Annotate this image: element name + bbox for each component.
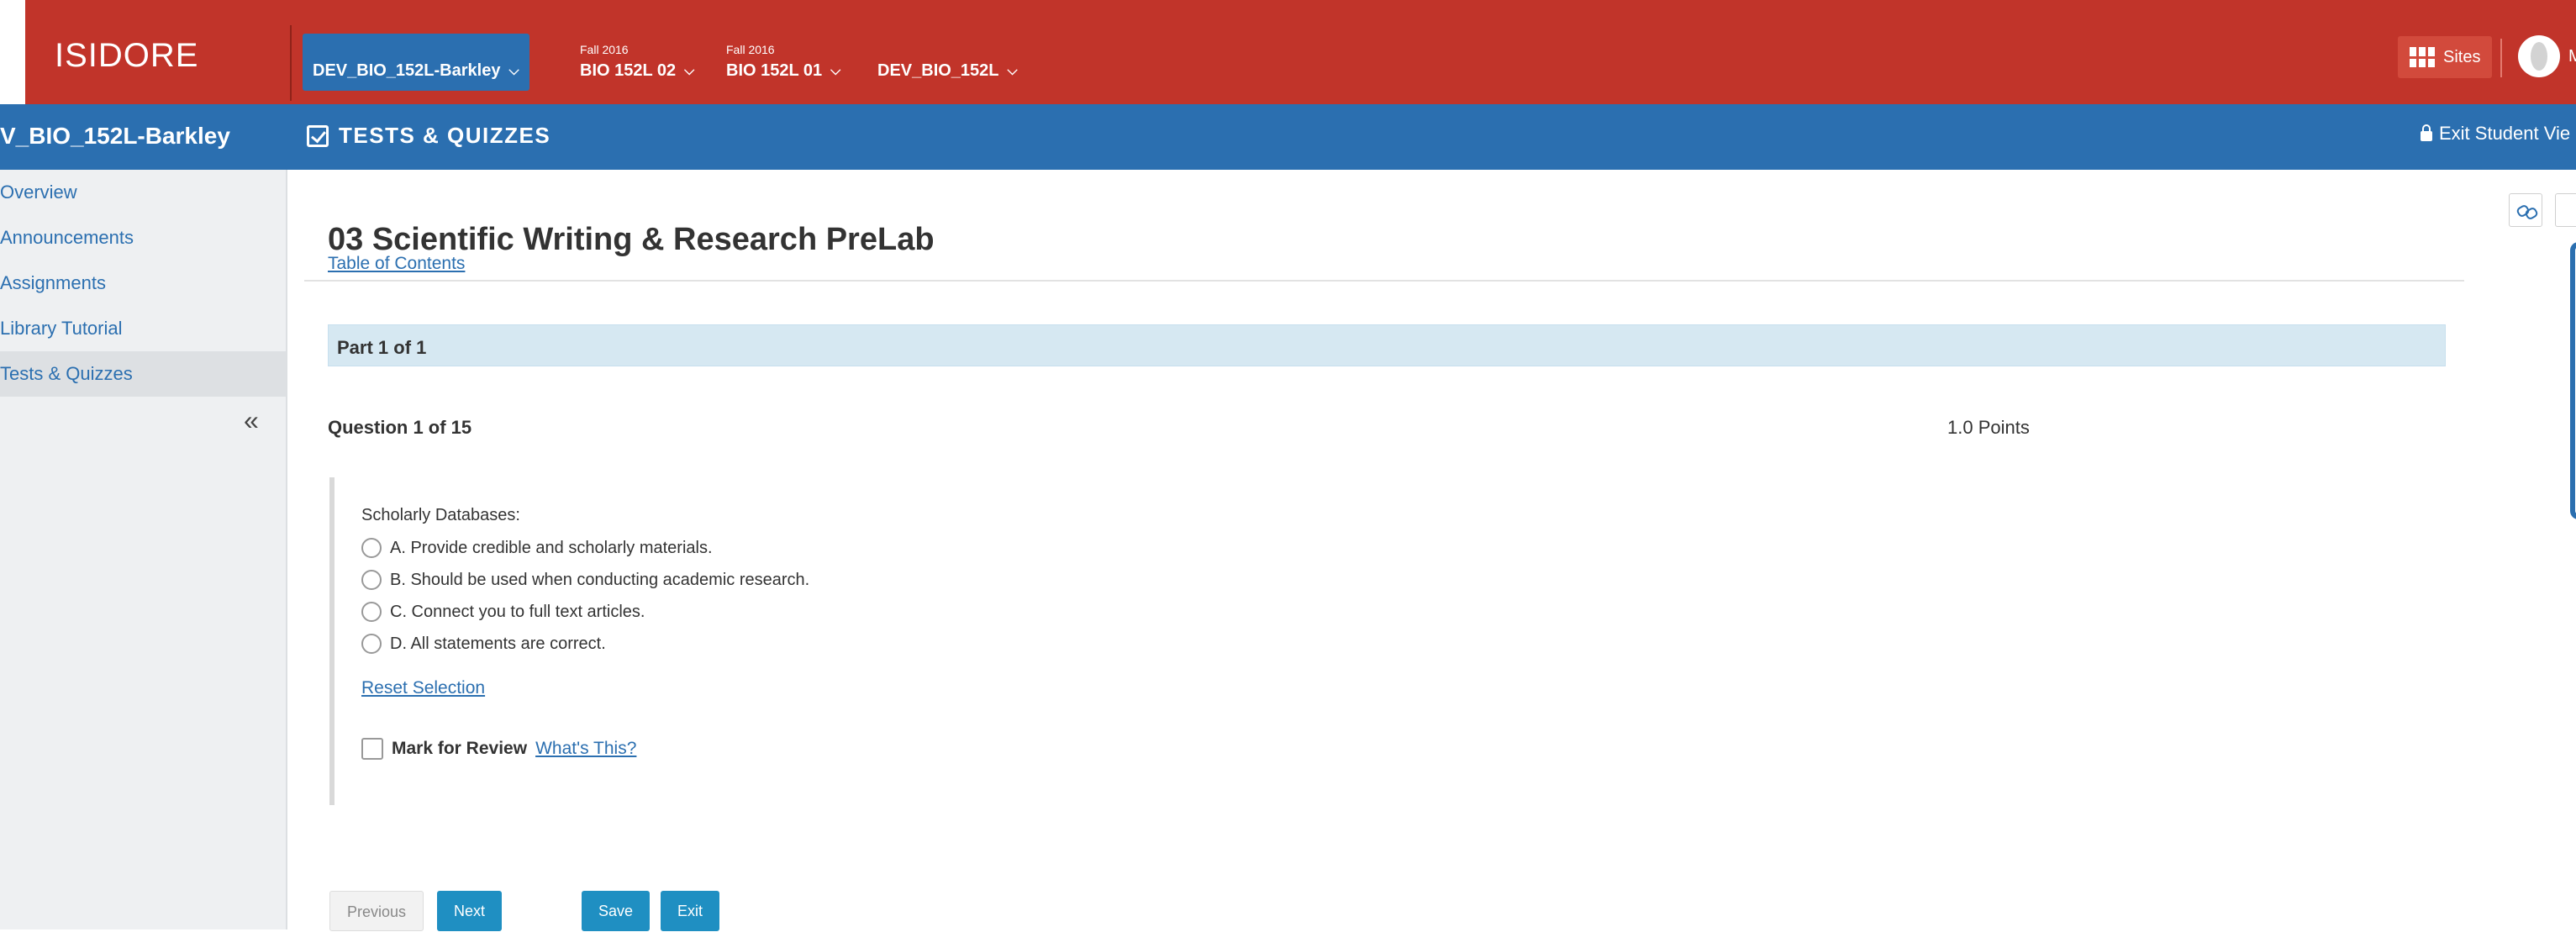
- next-button[interactable]: Next: [437, 891, 503, 931]
- answer-option-label: B. Should be used when conducting academ…: [390, 570, 810, 589]
- exit-button[interactable]: Exit: [661, 891, 720, 931]
- site-tab-bio-152l-02[interactable]: Fall 2016 BIO 152L 02 ⌵: [570, 34, 704, 91]
- sidebar-item-overview[interactable]: Overview: [0, 170, 286, 215]
- site-tool-bar: V_BIO_152L-Barkley TESTS & QUIZZES Exit …: [0, 104, 2576, 170]
- question-text: Scholarly Databases:: [361, 506, 520, 524]
- mark-for-review-label: Mark for Review: [392, 739, 528, 758]
- site-tab-label: DEV_BIO_152L: [877, 61, 999, 80]
- table-of-contents-link[interactable]: Table of Contents: [328, 254, 465, 274]
- previous-button[interactable]: Previous: [329, 891, 424, 931]
- reset-selection-link[interactable]: Reset Selection: [361, 678, 485, 698]
- sidebar-item-library-tutorial[interactable]: Library Tutorial: [0, 306, 286, 351]
- link-icon[interactable]: [2509, 193, 2542, 227]
- site-tab-term: Fall 2016: [726, 43, 775, 56]
- site-tab-bio-152l-01[interactable]: Fall 2016 BIO 152L 01 ⌵: [716, 34, 851, 91]
- site-tab-label: DEV_BIO_152L-Barkley: [313, 61, 501, 80]
- answer-option-d[interactable]: D. All statements are correct.: [361, 634, 606, 654]
- question-points: 1.0 Points: [1947, 417, 2030, 438]
- radio-button[interactable]: [361, 634, 382, 654]
- site-tab-dev-bio-152l-barkley[interactable]: DEV_BIO_152L-Barkley ⌵: [303, 34, 529, 91]
- utility-button[interactable]: [2555, 193, 2576, 227]
- site-tab-label: BIO 152L 02: [580, 61, 677, 80]
- radio-button[interactable]: [361, 602, 382, 622]
- chevron-down-icon[interactable]: ⌵: [830, 64, 840, 79]
- site-title: V_BIO_152L-Barkley: [0, 123, 230, 149]
- sidebar-item-assignments[interactable]: Assignments: [0, 261, 286, 306]
- sidebar-item-tests-quizzes[interactable]: Tests & Quizzes: [0, 351, 286, 397]
- site-tab-term: Fall 2016: [580, 43, 629, 56]
- radio-button[interactable]: [361, 570, 382, 590]
- main-content: 03 Scientific Writing & Research PreLab …: [287, 170, 2473, 931]
- sites-button-label: Sites: [2443, 47, 2481, 66]
- answer-option-label: D. All statements are correct.: [390, 634, 606, 653]
- brand-divider: [290, 25, 292, 101]
- chevron-down-icon[interactable]: ⌵: [1008, 64, 1018, 79]
- header-separator: [2500, 39, 2502, 77]
- grid-icon: [2410, 47, 2435, 67]
- brand-logo[interactable]: ISIDORE: [55, 37, 198, 75]
- radio-button[interactable]: [361, 538, 382, 558]
- exit-student-view-button[interactable]: Exit Student Vie: [2421, 123, 2570, 145]
- side-panel-edge: [2570, 242, 2576, 519]
- user-avatar[interactable]: [2518, 35, 2560, 77]
- sidebar: Overview Announcements Assignments Libra…: [0, 170, 287, 929]
- collapse-sidebar-icon[interactable]: «: [244, 405, 259, 436]
- question-number: Question 1 of 15: [328, 417, 472, 438]
- exit-student-view-label: Exit Student Vie: [2439, 123, 2571, 144]
- answer-option-b[interactable]: B. Should be used when conducting academ…: [361, 570, 809, 590]
- page-title: 03 Scientific Writing & Research PreLab: [328, 222, 935, 257]
- mark-for-review-checkbox[interactable]: [361, 738, 383, 760]
- tool-title-label: TESTS & QUIZZES: [339, 123, 551, 148]
- checkbox-icon: [307, 124, 329, 147]
- answer-option-label: C. Connect you to full text articles.: [390, 602, 645, 621]
- answer-option-a[interactable]: A. Provide credible and scholarly materi…: [361, 538, 713, 558]
- user-name[interactable]: Marg: [2568, 47, 2576, 66]
- chevron-down-icon[interactable]: ⌵: [508, 64, 519, 79]
- whats-this-link[interactable]: What's This?: [535, 739, 636, 759]
- answer-option-c[interactable]: C. Connect you to full text articles.: [361, 602, 645, 622]
- sites-button[interactable]: Sites: [2398, 36, 2493, 78]
- part-label: Part 1 of 1: [337, 337, 427, 358]
- site-tab-dev-bio-152l[interactable]: DEV_BIO_152L ⌵: [867, 34, 1028, 91]
- tool-title: TESTS & QUIZZES: [307, 123, 550, 149]
- lock-icon: [2421, 124, 2432, 141]
- answer-option-label: A. Provide credible and scholarly materi…: [390, 538, 713, 557]
- chevron-down-icon[interactable]: ⌵: [684, 64, 694, 79]
- save-button[interactable]: Save: [582, 891, 651, 931]
- divider: [304, 280, 2464, 282]
- part-header: Part 1 of 1: [328, 324, 2446, 366]
- mark-for-review[interactable]: Mark for Review What's This?: [361, 738, 636, 760]
- top-navigation-bar: ISIDORE DEV_BIO_152L-Barkley ⌵ Fall 2016…: [0, 0, 2576, 104]
- site-tab-label: BIO 152L 01: [726, 61, 823, 80]
- question-border: [329, 477, 343, 805]
- sidebar-item-announcements[interactable]: Announcements: [0, 215, 286, 261]
